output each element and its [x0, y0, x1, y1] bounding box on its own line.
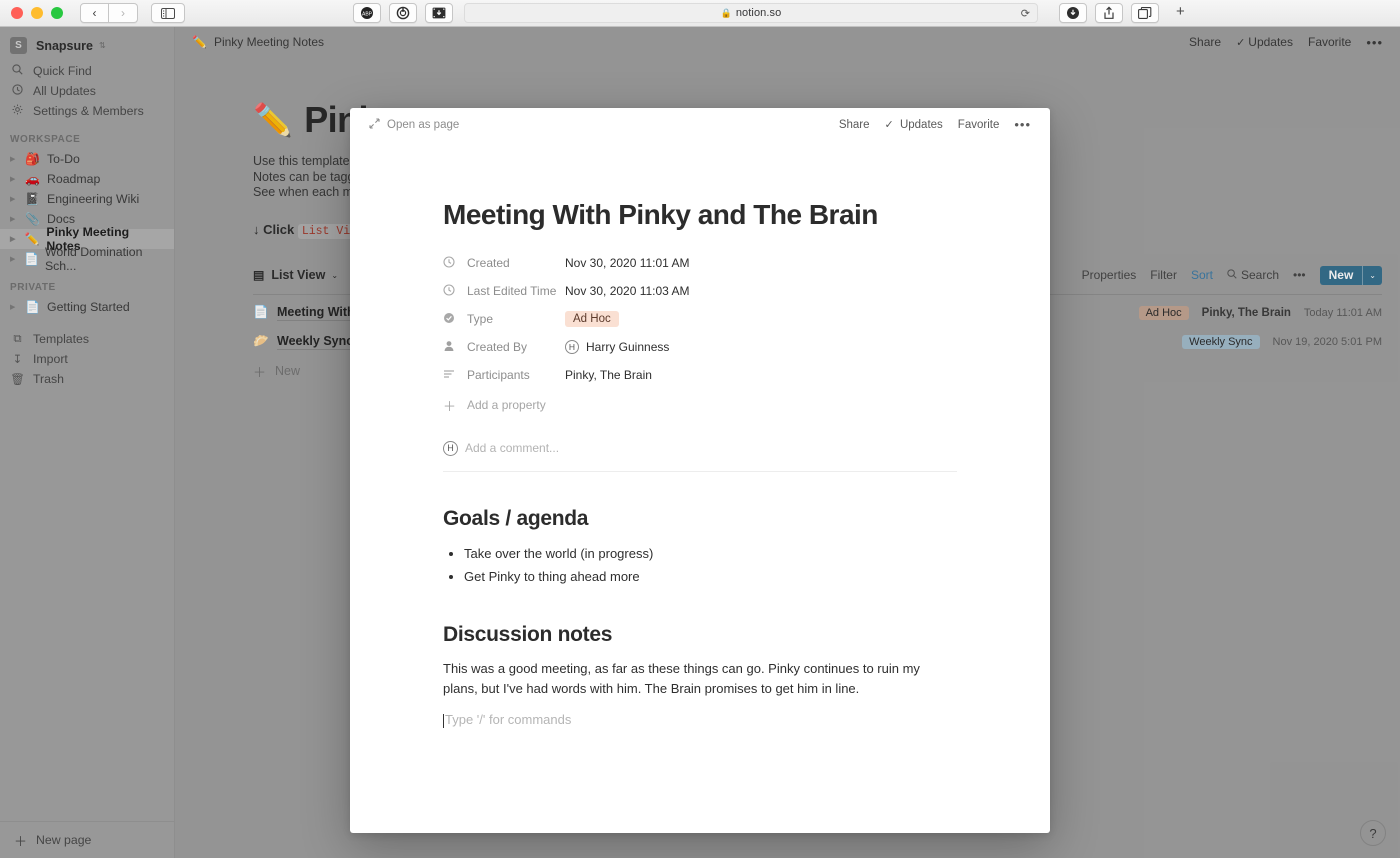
browser-extensions: ABP [353, 3, 453, 23]
created-by-name: Harry Guinness [586, 340, 670, 354]
property-value: Nov 30, 2020 11:01 AM [565, 256, 690, 270]
section-heading-goals: Goals / agenda [443, 507, 589, 530]
command-placeholder-text: Type '/' for commands [445, 712, 572, 727]
modal-updates-label: Updates [899, 119, 943, 131]
plus-icon: ＋ [443, 398, 457, 414]
property-participants[interactable]: Participants Pinky, The Brain [443, 361, 957, 389]
address-bar[interactable]: 🔒 notion.so ⟳ [464, 3, 1038, 23]
document-title[interactable]: Meeting With Pinky and The Brain [443, 199, 957, 231]
property-label-text: Created By [467, 340, 528, 354]
property-type[interactable]: Type Ad Hoc [443, 305, 957, 333]
modal-updates-button[interactable]: ✓ Updates [885, 118, 943, 131]
property-created[interactable]: Created Nov 30, 2020 11:01 AM [443, 249, 957, 277]
command-placeholder[interactable]: Type '/' for commands [443, 712, 957, 728]
open-as-page-label: Open as page [387, 118, 460, 131]
lock-icon: 🔒 [720, 7, 732, 18]
modal-body: Meeting With Pinky and The Brain Created… [350, 199, 1050, 728]
clock-icon [443, 255, 460, 271]
clock-icon [443, 283, 460, 299]
property-label-text: Created [467, 256, 510, 270]
property-value: Ad Hoc [565, 311, 619, 327]
notion-app: S Snapsure ⇅ Quick Find All Updates Sett… [0, 27, 1400, 858]
property-last-edited-time[interactable]: Last Edited Time Nov 30, 2020 11:03 AM [443, 277, 957, 305]
property-label-text: Participants [467, 368, 530, 382]
sidebar-toggle-icon[interactable] [151, 3, 185, 23]
add-comment-row[interactable]: H Add a comment... [443, 433, 957, 463]
adblock-icon[interactable]: ABP [353, 3, 381, 23]
modal-favorite-button[interactable]: Favorite [958, 119, 1000, 131]
video-download-icon[interactable] [425, 3, 453, 23]
property-created-by[interactable]: Created By H Harry Guinness [443, 333, 957, 361]
window-traffic-lights [0, 7, 63, 19]
downloads-icon[interactable] [1059, 3, 1087, 23]
type-badge: Ad Hoc [565, 311, 619, 327]
property-label: Participants [443, 368, 565, 383]
modal-actions: Share ✓ Updates Favorite ••• [839, 117, 1031, 132]
goals-bullet-list: Take over the world (in progress) Get Pi… [443, 542, 957, 588]
share-icon[interactable] [1095, 3, 1123, 23]
close-window-button[interactable] [11, 7, 23, 19]
person-icon [443, 340, 460, 355]
maximize-window-button[interactable] [51, 7, 63, 19]
property-value: Pinky, The Brain [565, 368, 652, 382]
property-label: Created [443, 255, 565, 271]
list-item[interactable]: Get Pinky to thing ahead more [464, 565, 957, 588]
back-arrow-icon[interactable]: ‹ [80, 3, 109, 23]
text-lines-icon [443, 368, 460, 383]
property-label-text: Type [467, 312, 494, 326]
forward-arrow-icon[interactable]: › [109, 3, 138, 23]
open-as-page-button[interactable]: Open as page [369, 117, 460, 132]
new-tab-button[interactable]: + [1176, 3, 1185, 23]
property-label: Created By [443, 340, 565, 355]
check-icon: ✓ [884, 119, 894, 131]
browser-right-buttons: + [1059, 3, 1185, 23]
properties-list: Created Nov 30, 2020 11:01 AM Last Edite… [443, 249, 957, 419]
avatar: H [565, 340, 579, 354]
tabs-overview-icon[interactable] [1131, 3, 1159, 23]
page-preview-modal: Open as page Share ✓ Updates Favorite ••… [350, 108, 1050, 833]
modal-share-button[interactable]: Share [839, 119, 870, 131]
property-value: H Harry Guinness [565, 340, 669, 354]
minimize-window-button[interactable] [31, 7, 43, 19]
expand-diagonal-icon [369, 117, 380, 132]
reload-icon[interactable]: ⟳ [1021, 7, 1030, 20]
property-label: Last Edited Time [443, 283, 565, 299]
url-text: notion.so [735, 7, 782, 19]
add-property-button[interactable]: ＋ Add a property [443, 391, 957, 419]
section-heading-discussion: Discussion notes [443, 623, 613, 646]
modal-more-options-icon[interactable]: ••• [1014, 117, 1031, 132]
avatar: H [443, 440, 458, 456]
add-property-label: Add a property [467, 398, 546, 412]
property-label: Type [443, 312, 565, 327]
text-cursor [443, 714, 444, 728]
select-icon [443, 312, 460, 327]
comment-input[interactable]: Add a comment... [465, 441, 559, 455]
property-label-text: Last Edited Time [467, 284, 557, 298]
modal-toolbar: Open as page Share ✓ Updates Favorite ••… [350, 108, 1050, 141]
divider [443, 471, 957, 472]
browser-toolbar: ‹ › ABP 🔒 notion.so ⟳ + [0, 0, 1400, 27]
discussion-paragraph[interactable]: This was a good meeting, as far as these… [443, 659, 957, 699]
nav-buttons: ‹ › [80, 3, 138, 23]
svg-text:ABP: ABP [362, 12, 373, 18]
property-value: Nov 30, 2020 11:03 AM [565, 284, 690, 298]
privacy-shield-icon[interactable] [389, 3, 417, 23]
list-item[interactable]: Take over the world (in progress) [464, 542, 957, 565]
